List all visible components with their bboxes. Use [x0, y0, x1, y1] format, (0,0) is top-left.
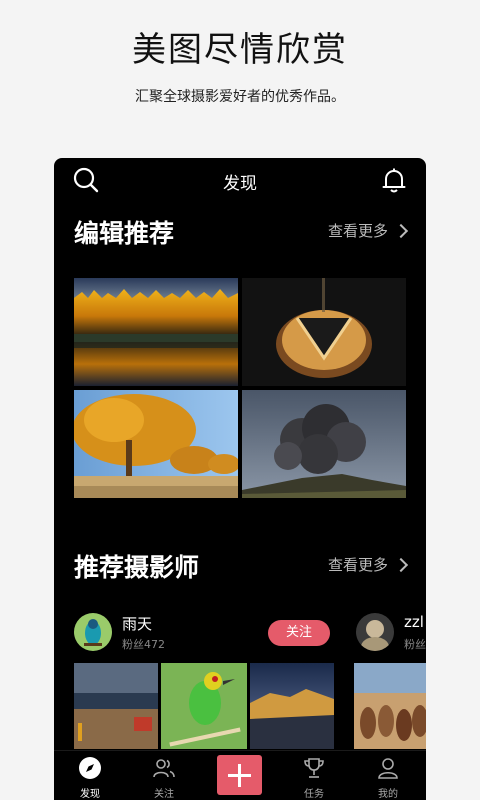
more-label: 查看更多 [327, 222, 388, 240]
editor-picks-title: 编辑推荐 [74, 219, 175, 248]
photographer-fans: 粉丝472 [122, 638, 165, 651]
tab-discover[interactable]: 发现 [60, 751, 120, 800]
photo-volcano[interactable] [242, 390, 406, 498]
more-label: 查看更多 [327, 556, 388, 574]
avatar[interactable] [74, 613, 112, 651]
bell-icon[interactable] [380, 166, 408, 194]
phone-screen: 发现 编辑推荐 查看更多 推荐摄影师 查看更多 雨天 粉丝472 关注 zzl … [54, 158, 426, 800]
plus-icon [228, 764, 251, 787]
chevron-right-icon [393, 223, 409, 238]
add-post-button[interactable] [217, 755, 262, 795]
top-bar: 发现 [54, 158, 426, 202]
tab-label: 发现 [80, 789, 100, 800]
tab-following[interactable]: 关注 [134, 751, 194, 800]
photo-forest-lake[interactable] [74, 278, 238, 386]
photographer-work-thumbnail[interactable] [161, 663, 247, 749]
photographers-title: 推荐摄影师 [74, 553, 200, 582]
tab-label: 关注 [154, 789, 174, 800]
people-icon [153, 759, 175, 778]
follow-button[interactable]: 关注 [268, 620, 330, 646]
trophy-icon [304, 758, 324, 778]
photographer-fans: 粉丝 [404, 638, 426, 651]
tab-me[interactable]: 我的 [358, 751, 418, 800]
compass-icon [79, 757, 101, 779]
tab-label: 任务 [304, 789, 324, 800]
tab-label: 我的 [378, 789, 398, 800]
avatar[interactable] [356, 613, 394, 651]
photographers-more-link[interactable]: 查看更多 [327, 554, 409, 575]
photo-desert-tree[interactable] [74, 390, 238, 498]
photographer-name[interactable]: zzl [404, 613, 424, 631]
editor-picks-more-link[interactable]: 查看更多 [327, 220, 409, 241]
photographer-work-thumbnail[interactable] [250, 663, 334, 749]
page-title: 发现 [223, 174, 257, 194]
chevron-right-icon [393, 557, 409, 572]
tab-tasks[interactable]: 任务 [284, 751, 344, 800]
promo-headline: 美图尽情欣赏 [132, 30, 348, 70]
photographer-name[interactable]: 雨天 [122, 613, 152, 634]
person-icon [378, 758, 398, 779]
photo-cheese[interactable] [242, 278, 406, 386]
promo-subline: 汇聚全球摄影爱好者的优秀作品。 [135, 89, 345, 105]
bottom-tab-bar: 发现 关注 任务 我的 [54, 750, 426, 800]
photographer-work-thumbnail[interactable] [74, 663, 158, 749]
photographer-work-thumbnail[interactable] [354, 663, 426, 749]
